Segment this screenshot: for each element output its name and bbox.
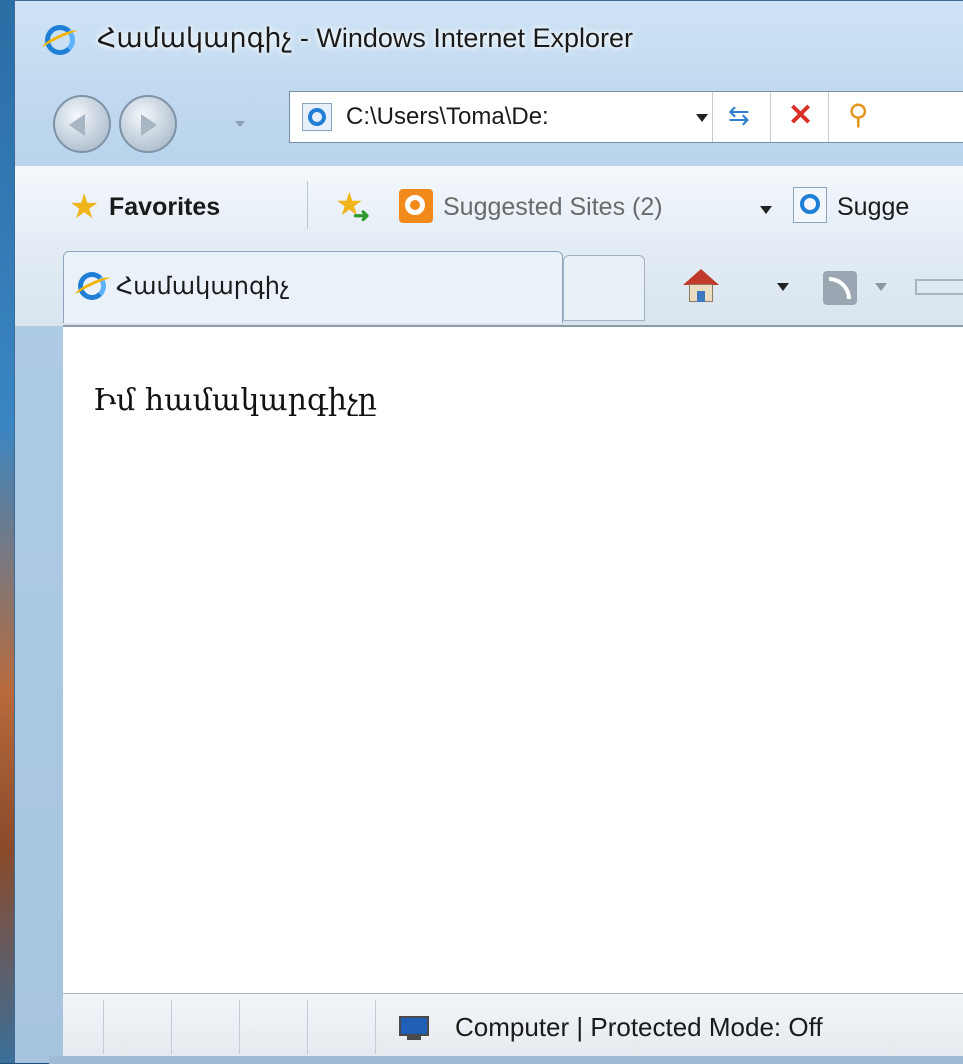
address-divider	[712, 92, 713, 142]
home-button[interactable]	[681, 269, 721, 305]
suggested-sites-label: Suggested Sites (2)	[443, 193, 663, 221]
status-divider	[239, 1000, 240, 1054]
address-bar[interactable]: C:\Users\Toma\De: ⇆ ✕ ⚲	[289, 91, 963, 143]
tab-active[interactable]: Համակարգիչ	[63, 251, 563, 323]
feeds-icon	[829, 277, 851, 299]
tab-label: Համակարգիչ	[116, 273, 290, 300]
feeds-button[interactable]	[823, 271, 857, 305]
recent-pages-dropdown-icon[interactable]	[235, 121, 245, 127]
stop-button[interactable]: ✕	[772, 92, 828, 142]
back-button[interactable]	[53, 95, 111, 153]
status-divider	[103, 1000, 104, 1054]
address-divider	[828, 92, 829, 142]
page-text: Իմ համակարգիչը	[93, 383, 377, 418]
web-page-icon	[793, 187, 827, 223]
mail-icon[interactable]	[915, 279, 963, 295]
ie-logo-icon	[40, 25, 80, 55]
window-title: Համակարգիչ - Windows Internet Explorer	[97, 23, 633, 53]
favorites-label: Favorites	[109, 193, 221, 221]
stop-icon: ✕	[788, 99, 814, 132]
refresh-button[interactable]: ⇆	[714, 92, 770, 142]
address-dropdown-icon[interactable]	[696, 114, 708, 122]
refresh-icon: ⇆	[728, 100, 750, 130]
status-bar: Computer | Protected Mode: Off	[63, 993, 963, 1064]
feeds-dropdown-icon[interactable]	[875, 283, 887, 291]
tab-ie-icon	[73, 272, 113, 300]
favorites-separator	[307, 181, 308, 229]
page-icon	[302, 103, 332, 131]
web-slice-label: Sugge	[837, 193, 910, 221]
bing-icon	[399, 189, 433, 223]
status-divider	[171, 1000, 172, 1054]
home-icon	[683, 269, 719, 285]
address-divider	[770, 92, 771, 142]
favorites-star-icon: ★	[69, 188, 100, 226]
forward-button[interactable]	[119, 95, 177, 153]
new-tab-button[interactable]	[563, 255, 645, 321]
computer-icon	[393, 1016, 433, 1042]
address-input[interactable]: C:\Users\Toma\De:	[346, 103, 549, 131]
search-box[interactable]: ⚲	[838, 92, 963, 142]
status-divider	[307, 1000, 308, 1054]
browser-window: Համակարգիչ - Windows Internet Explorer C…	[14, 0, 963, 1064]
home-dropdown-icon[interactable]	[777, 283, 789, 291]
title-bar[interactable]: Համակարգիչ - Windows Internet Explorer	[15, 1, 963, 81]
suggested-sites-dropdown-icon[interactable]	[760, 206, 772, 214]
security-zone-text[interactable]: Computer | Protected Mode: Off	[455, 1012, 823, 1043]
add-to-favorites-button[interactable]: ★ ➜	[335, 186, 375, 227]
back-arrow-icon	[69, 114, 85, 136]
live-search-icon: ⚲	[848, 99, 869, 130]
status-divider	[375, 1000, 376, 1054]
navigation-bar: C:\Users\Toma\De: ⇆ ✕ ⚲	[15, 81, 963, 161]
page-content: Իմ համակարգիչը	[63, 325, 963, 993]
forward-arrow-icon	[141, 114, 157, 136]
